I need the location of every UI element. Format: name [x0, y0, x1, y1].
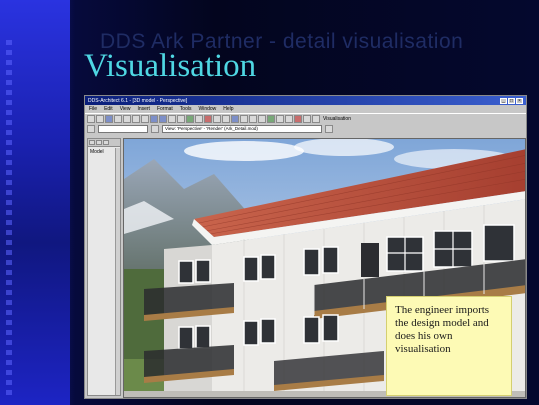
menu-tools[interactable]: Tools [180, 106, 192, 112]
rotate-icon[interactable] [186, 115, 194, 123]
layer-icon[interactable] [312, 115, 320, 123]
section-icon[interactable] [294, 115, 302, 123]
settings-icon[interactable] [325, 125, 333, 133]
window-titlebar[interactable]: DDS-Architect 6.1 - [3D model - Perspect… [85, 96, 526, 105]
render-icon[interactable] [204, 115, 212, 123]
toolbar-view: View: 'Perspective' - 'Render' (Ark_Deta… [85, 124, 526, 134]
print-icon[interactable] [114, 115, 122, 123]
callout-note: The engineer imports the design model an… [386, 296, 512, 396]
decorative-dots [6, 40, 12, 400]
slide-background: DDS Ark Partner - detail visualisation V… [0, 0, 539, 405]
layer-select[interactable] [98, 125, 148, 133]
toolbar-main: Visualisation [85, 113, 526, 124]
side-panel-scrollbar[interactable] [115, 148, 120, 395]
door-icon[interactable] [249, 115, 257, 123]
pan-icon[interactable] [195, 115, 203, 123]
stair-icon[interactable] [276, 115, 284, 123]
menu-insert[interactable]: Insert [137, 106, 150, 112]
paste-icon[interactable] [141, 115, 149, 123]
camera-icon[interactable] [222, 115, 230, 123]
view-select[interactable]: View: 'Perspective' - 'Render' (Ark_Deta… [162, 125, 322, 133]
material-icon[interactable] [231, 115, 239, 123]
menu-bar: File Edit View Insert Format Tools Windo… [85, 105, 526, 113]
wall-icon[interactable] [240, 115, 248, 123]
panel-tree-icon[interactable] [89, 140, 95, 145]
menu-view[interactable]: View [120, 106, 131, 112]
panel-close-icon[interactable] [103, 140, 109, 145]
zoom-out-icon[interactable] [177, 115, 185, 123]
open-icon[interactable] [96, 115, 104, 123]
view-icon[interactable] [87, 125, 95, 133]
window-maximize-icon[interactable]: □ [508, 97, 515, 104]
redo-icon[interactable] [159, 115, 167, 123]
slab-icon[interactable] [285, 115, 293, 123]
save-icon[interactable] [105, 115, 113, 123]
window-title: DDS-Architect 6.1 - [3D model - Perspect… [88, 97, 188, 104]
menu-format[interactable]: Format [157, 106, 173, 112]
measure-icon[interactable] [303, 115, 311, 123]
window-icon[interactable] [258, 115, 266, 123]
menu-edit[interactable]: Edit [104, 106, 113, 112]
window-close-icon[interactable]: × [516, 97, 523, 104]
copy-icon[interactable] [132, 115, 140, 123]
dropdown-icon[interactable] [151, 125, 159, 133]
cut-icon[interactable] [123, 115, 131, 123]
menu-file[interactable]: File [89, 106, 97, 112]
window-minimize-icon[interactable]: _ [500, 97, 507, 104]
slide-title: Visualisation [84, 48, 257, 84]
new-icon[interactable] [87, 115, 95, 123]
panel-list-icon[interactable] [96, 140, 102, 145]
menu-window[interactable]: Window [198, 106, 216, 112]
model-side-panel: Model [87, 138, 121, 396]
toolbar-visualisation-label[interactable]: Visualisation [321, 116, 353, 122]
roof-icon[interactable] [267, 115, 275, 123]
undo-icon[interactable] [150, 115, 158, 123]
zoom-in-icon[interactable] [168, 115, 176, 123]
light-icon[interactable] [213, 115, 221, 123]
menu-help[interactable]: Help [223, 106, 233, 112]
